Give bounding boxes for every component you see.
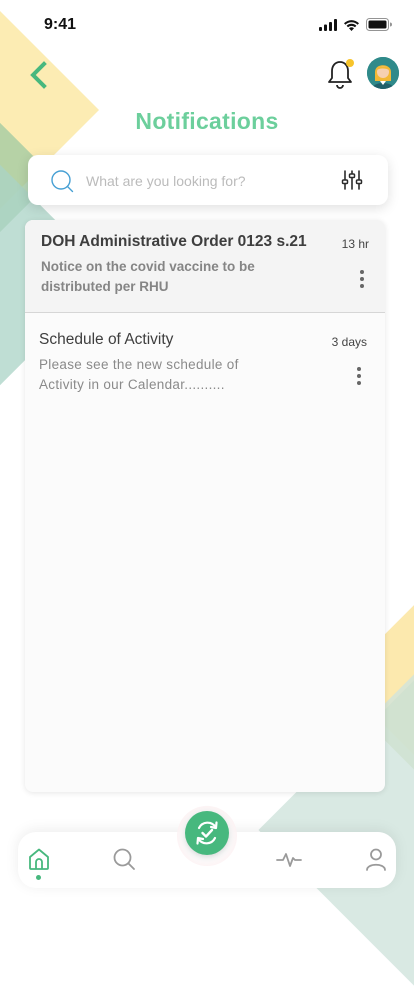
notifications-panel: DOH Administrative Order 0123 s.21 13 hr…: [25, 220, 385, 792]
notifications-bell-button[interactable]: [325, 58, 355, 90]
notification-title: DOH Administrative Order 0123 s.21: [41, 233, 307, 250]
back-button[interactable]: [26, 60, 52, 90]
battery-icon: [366, 18, 392, 31]
search-input[interactable]: [84, 165, 328, 197]
more-options-icon[interactable]: [352, 365, 366, 387]
notification-time: 13 hr: [341, 237, 369, 251]
search-icon[interactable]: [111, 846, 137, 872]
notification-body: Please see the new schedule of Activity …: [39, 357, 239, 392]
sync-check-icon: [196, 821, 218, 845]
page-title: Notifications: [135, 108, 279, 134]
user-icon[interactable]: [363, 846, 389, 872]
avatar[interactable]: [367, 57, 399, 89]
home-icon[interactable]: [26, 846, 52, 872]
notification-body: Notice on the covid vaccine to be distri…: [41, 259, 255, 294]
status-time: 9:41: [44, 16, 77, 33]
wifi-icon: [344, 19, 359, 31]
signal-icon: [319, 18, 337, 31]
user-avatar-image: [367, 57, 399, 89]
sync-check-button[interactable]: [185, 811, 229, 855]
active-tab-indicator: [36, 875, 41, 880]
notification-badge-dot: [346, 59, 354, 67]
more-options-icon[interactable]: [355, 268, 369, 290]
search-icon[interactable]: [50, 169, 74, 193]
search-bar: [28, 155, 388, 205]
activity-icon[interactable]: [276, 846, 302, 872]
chevron-left-icon: [30, 61, 47, 89]
notification-time: 3 days: [331, 335, 367, 349]
sliders-icon[interactable]: [341, 169, 363, 191]
status-icons: [319, 18, 392, 31]
notification-item-unread[interactable]: DOH Administrative Order 0123 s.21 13 hr…: [25, 220, 385, 313]
notification-title: Schedule of Activity: [39, 331, 174, 348]
notification-item[interactable]: Schedule of Activity 3 days Please see t…: [25, 313, 385, 403]
status-bar: 9:41: [0, 0, 414, 50]
